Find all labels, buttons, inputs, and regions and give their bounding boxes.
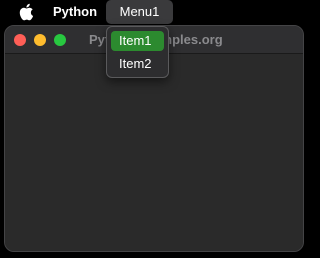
close-window-button[interactable]	[14, 34, 26, 46]
desktop-screen: Python Menu1 Python-Examples.org Item1 I…	[0, 0, 312, 258]
menu-bar: Python Menu1	[0, 0, 312, 24]
app-name-menu[interactable]: Python	[53, 4, 97, 19]
window-content	[5, 54, 303, 251]
menu-menu1[interactable]: Menu1	[106, 0, 173, 24]
menu-item-item2[interactable]: Item2	[111, 54, 164, 74]
zoom-window-button[interactable]	[54, 34, 66, 46]
menu1-dropdown: Item1 Item2	[106, 26, 169, 78]
apple-icon[interactable]	[17, 3, 34, 21]
menu-item-item1[interactable]: Item1	[111, 31, 164, 51]
minimize-window-button[interactable]	[34, 34, 46, 46]
